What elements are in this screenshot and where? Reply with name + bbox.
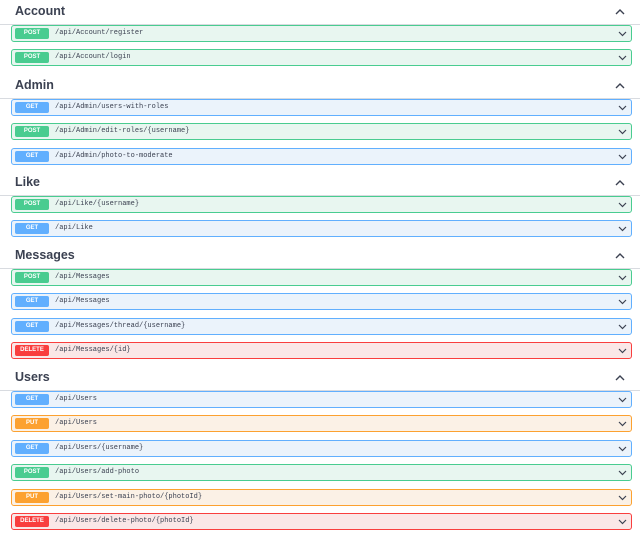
- chevron-down-icon[interactable]: [618, 517, 627, 526]
- section-header-users[interactable]: Users: [0, 367, 640, 391]
- operation-path: /api/Admin/photo-to-moderate: [55, 151, 173, 160]
- operation-row[interactable]: GET/api/Like: [11, 220, 632, 238]
- operation-path: /api/Messages/{id}: [55, 346, 131, 355]
- chevron-down-icon[interactable]: [618, 419, 627, 428]
- section-title: Messages: [15, 248, 75, 262]
- operation-row[interactable]: GET/api/Messages/thread/{username}: [11, 317, 632, 335]
- chevron-up-icon[interactable]: [614, 177, 626, 189]
- operation-row[interactable]: GET/api/Admin/users-with-roles: [11, 99, 632, 116]
- chevron-down-icon[interactable]: [618, 444, 627, 453]
- section-header-like[interactable]: Like: [0, 172, 640, 196]
- method-badge: GET: [15, 223, 49, 235]
- method-badge: POST: [15, 28, 49, 39]
- operation-row[interactable]: POST/api/Messages: [11, 269, 632, 286]
- chevron-down-icon[interactable]: [618, 273, 627, 282]
- method-badge: DELETE: [15, 516, 49, 527]
- method-badge: POST: [15, 126, 49, 138]
- operation-row[interactable]: POST/api/Account/login: [11, 49, 632, 67]
- operation-row[interactable]: PUT/api/Users: [11, 415, 632, 433]
- operation-path: /api/Users/{username}: [55, 443, 144, 452]
- chevron-down-icon[interactable]: [618, 493, 627, 502]
- operation-path: /api/Like: [55, 224, 93, 233]
- section-header-messages[interactable]: Messages: [0, 245, 640, 269]
- operation-path: /api/Messages/thread/{username}: [55, 321, 186, 330]
- operation-row[interactable]: GET/api/Users/{username}: [11, 439, 632, 457]
- chevron-up-icon[interactable]: [614, 6, 626, 18]
- operation-path: /api/Admin/edit-roles/{username}: [55, 127, 190, 136]
- operation-path: /api/Account/register: [55, 29, 144, 37]
- operation-row[interactable]: DELETE/api/Users/delete-photo/{photoId}: [11, 513, 632, 530]
- chevron-down-icon[interactable]: [618, 103, 627, 112]
- section-header-account[interactable]: Account: [0, 1, 640, 25]
- chevron-down-icon[interactable]: [618, 152, 627, 161]
- operation-path: /api/Messages: [55, 273, 110, 281]
- operation-path: /api/Account/login: [55, 53, 131, 62]
- section-title: Account: [15, 4, 65, 18]
- operation-row[interactable]: GET/api/Users: [11, 391, 632, 408]
- chevron-up-icon[interactable]: [614, 80, 626, 92]
- method-badge: PUT: [15, 418, 49, 430]
- operation-row[interactable]: POST/api/Account/register: [11, 25, 632, 42]
- method-badge: GET: [15, 320, 49, 332]
- operation-row[interactable]: POST/api/Users/add-photo: [11, 464, 632, 482]
- operation-row[interactable]: GET/api/Messages: [11, 293, 632, 311]
- operation-path: /api/Users/add-photo: [55, 468, 140, 477]
- chevron-up-icon[interactable]: [614, 250, 626, 262]
- section-title: Admin: [15, 78, 54, 92]
- chevron-down-icon[interactable]: [618, 127, 627, 136]
- chevron-down-icon[interactable]: [618, 224, 627, 233]
- method-badge: POST: [15, 199, 49, 210]
- chevron-down-icon[interactable]: [618, 200, 627, 209]
- chevron-down-icon[interactable]: [618, 346, 627, 355]
- section-header-admin[interactable]: Admin: [0, 75, 640, 99]
- chevron-up-icon[interactable]: [614, 372, 626, 384]
- method-badge: DELETE: [15, 345, 49, 357]
- operation-path: /api/Users/set-main-photo/{photoId}: [55, 492, 203, 501]
- chevron-down-icon[interactable]: [618, 297, 627, 306]
- operation-path: /api/Messages: [55, 297, 110, 306]
- chevron-down-icon[interactable]: [618, 468, 627, 477]
- operation-row[interactable]: POST/api/Admin/edit-roles/{username}: [11, 123, 632, 141]
- swagger-operations-page: Account POST/api/Account/register POST/api…: [0, 0, 640, 540]
- method-badge: PUT: [15, 491, 49, 503]
- operation-path: /api/Like/{username}: [55, 200, 140, 208]
- operation-row[interactable]: GET/api/Admin/photo-to-moderate: [11, 147, 632, 165]
- chevron-down-icon[interactable]: [618, 395, 627, 404]
- method-badge: GET: [15, 102, 49, 113]
- operation-path: /api/Users: [55, 395, 98, 403]
- section-title: Users: [15, 370, 50, 384]
- operation-row[interactable]: PUT/api/Users/set-main-photo/{photoId}: [11, 488, 632, 506]
- method-badge: GET: [15, 150, 49, 162]
- method-badge: POST: [15, 467, 49, 479]
- operation-path: /api/Admin/users-with-roles: [55, 103, 169, 111]
- chevron-down-icon[interactable]: [618, 53, 627, 62]
- chevron-down-icon[interactable]: [618, 322, 627, 331]
- operation-row[interactable]: POST/api/Like/{username}: [11, 196, 632, 213]
- method-badge: GET: [15, 296, 49, 308]
- method-badge: POST: [15, 272, 49, 283]
- operation-path: /api/Users/delete-photo/{photoId}: [55, 517, 194, 525]
- method-badge: POST: [15, 52, 49, 64]
- section-title: Like: [15, 175, 41, 189]
- method-badge: GET: [15, 394, 49, 405]
- operation-path: /api/Users: [55, 419, 98, 428]
- chevron-down-icon[interactable]: [618, 29, 627, 38]
- method-badge: GET: [15, 442, 49, 454]
- operation-row[interactable]: DELETE/api/Messages/{id}: [11, 342, 632, 360]
